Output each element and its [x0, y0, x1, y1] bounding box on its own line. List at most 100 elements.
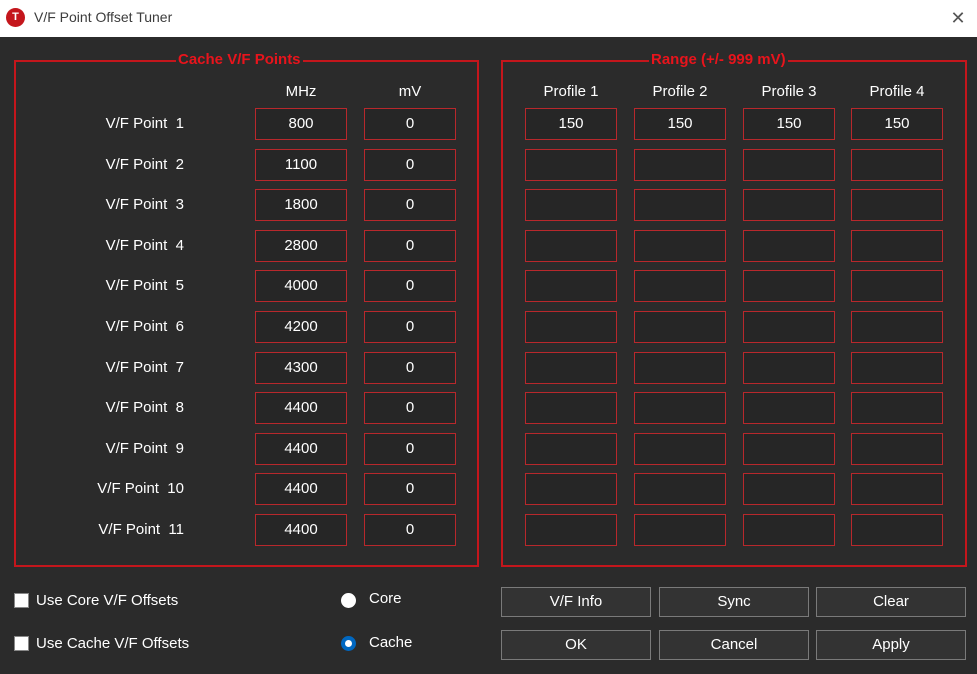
profile-1-field[interactable] [525, 189, 617, 221]
profile-3-field[interactable] [743, 230, 835, 262]
mv-field[interactable]: 0 [364, 473, 456, 505]
profile-2-field[interactable] [634, 352, 726, 384]
profile-3-field[interactable] [743, 514, 835, 546]
profile-2-field[interactable] [634, 473, 726, 505]
profile-1-field[interactable] [525, 514, 617, 546]
profile-4-field[interactable] [851, 352, 943, 384]
profile-2-field[interactable] [634, 149, 726, 181]
vf-point-label: V/F Point 9 [105, 440, 184, 457]
profile-1-field[interactable] [525, 149, 617, 181]
profile-1-field[interactable] [525, 270, 617, 302]
profile-4-field[interactable] [851, 189, 943, 221]
mv-field[interactable]: 0 [364, 189, 456, 221]
profile-3-field[interactable] [743, 352, 835, 384]
ok-button[interactable]: OK [501, 630, 651, 660]
vf-info-button[interactable]: V/F Info [501, 587, 651, 617]
profile-3-field[interactable]: 150 [743, 108, 835, 140]
apply-button[interactable]: Apply [816, 630, 966, 660]
vf-point-label: V/F Point 5 [105, 277, 184, 294]
profile-1-field[interactable] [525, 433, 617, 465]
range-group-title: Range (+/- 999 mV) [649, 51, 788, 68]
profile-1-field[interactable] [525, 352, 617, 384]
vf-point-label: V/F Point 3 [105, 196, 184, 213]
profile-4-field[interactable] [851, 230, 943, 262]
use-core-offsets-checkbox[interactable] [14, 593, 29, 608]
mv-field[interactable]: 0 [364, 311, 456, 343]
profile-3-field[interactable] [743, 189, 835, 221]
cache-radio[interactable] [341, 636, 356, 651]
column-header-mv: mV [398, 83, 422, 100]
vf-point-label: V/F Point 11 [98, 521, 184, 538]
use-cache-offsets-checkbox[interactable] [14, 636, 29, 651]
profile-2-field[interactable]: 150 [634, 108, 726, 140]
mv-field[interactable]: 0 [364, 149, 456, 181]
profile-2-field[interactable] [634, 189, 726, 221]
vf-point-label: V/F Point 1 [105, 115, 184, 132]
mhz-field[interactable]: 800 [255, 108, 347, 140]
window-title: V/F Point Offset Tuner [34, 9, 173, 25]
mhz-field[interactable]: 4400 [255, 392, 347, 424]
vf-point-label: V/F Point 8 [105, 399, 184, 416]
profile-1-field[interactable]: 150 [525, 108, 617, 140]
profile-2-field[interactable] [634, 230, 726, 262]
clear-button[interactable]: Clear [816, 587, 966, 617]
vf-point-label: V/F Point 7 [105, 359, 184, 376]
app-logo-icon: T [6, 8, 25, 27]
core-radio[interactable] [341, 593, 356, 608]
use-cache-offsets-label[interactable]: Use Cache V/F Offsets [36, 635, 189, 652]
profile-1-field[interactable] [525, 311, 617, 343]
profile-3-field[interactable] [743, 392, 835, 424]
profile-3-field[interactable] [743, 433, 835, 465]
core-radio-label[interactable]: Core [369, 590, 402, 607]
profile-4-field[interactable] [851, 311, 943, 343]
title-bar: T V/F Point Offset Tuner ✕ [0, 0, 977, 37]
profile-2-field[interactable] [634, 311, 726, 343]
mv-field[interactable]: 0 [364, 514, 456, 546]
mhz-field[interactable]: 1800 [255, 189, 347, 221]
profile-1-field[interactable] [525, 392, 617, 424]
profile-4-field[interactable] [851, 473, 943, 505]
mv-field[interactable]: 0 [364, 230, 456, 262]
vf-point-label: V/F Point 4 [105, 237, 184, 254]
mhz-field[interactable]: 2800 [255, 230, 347, 262]
profile-4-field[interactable] [851, 514, 943, 546]
column-header-profile-4: Profile 4 [869, 83, 925, 100]
profile-3-field[interactable] [743, 149, 835, 181]
profile-3-field[interactable] [743, 270, 835, 302]
profile-2-field[interactable] [634, 270, 726, 302]
mv-field[interactable]: 0 [364, 433, 456, 465]
profile-3-field[interactable] [743, 473, 835, 505]
profile-4-field[interactable] [851, 149, 943, 181]
mv-field[interactable]: 0 [364, 392, 456, 424]
profile-3-field[interactable] [743, 311, 835, 343]
profile-1-field[interactable] [525, 230, 617, 262]
mhz-field[interactable]: 4400 [255, 433, 347, 465]
mv-field[interactable]: 0 [364, 352, 456, 384]
mhz-field[interactable]: 4000 [255, 270, 347, 302]
mhz-field[interactable]: 4200 [255, 311, 347, 343]
vf-point-label: V/F Point 2 [105, 156, 184, 173]
profile-4-field[interactable]: 150 [851, 108, 943, 140]
cache-group-title: Cache V/F Points [176, 51, 303, 68]
profile-2-field[interactable] [634, 433, 726, 465]
mhz-field[interactable]: 4300 [255, 352, 347, 384]
profile-2-field[interactable] [634, 392, 726, 424]
mv-field[interactable]: 0 [364, 108, 456, 140]
profile-1-field[interactable] [525, 473, 617, 505]
mhz-field[interactable]: 4400 [255, 514, 347, 546]
profile-4-field[interactable] [851, 270, 943, 302]
close-button[interactable]: ✕ [945, 5, 971, 31]
column-header-mhz: MHz [285, 83, 317, 100]
profile-4-field[interactable] [851, 392, 943, 424]
mhz-field[interactable]: 1100 [255, 149, 347, 181]
use-core-offsets-label[interactable]: Use Core V/F Offsets [36, 592, 178, 609]
profile-4-field[interactable] [851, 433, 943, 465]
cache-radio-label[interactable]: Cache [369, 634, 412, 651]
sync-button[interactable]: Sync [659, 587, 809, 617]
vf-point-label: V/F Point 10 [97, 480, 184, 497]
column-header-profile-1: Profile 1 [543, 83, 599, 100]
profile-2-field[interactable] [634, 514, 726, 546]
mv-field[interactable]: 0 [364, 270, 456, 302]
mhz-field[interactable]: 4400 [255, 473, 347, 505]
cancel-button[interactable]: Cancel [659, 630, 809, 660]
